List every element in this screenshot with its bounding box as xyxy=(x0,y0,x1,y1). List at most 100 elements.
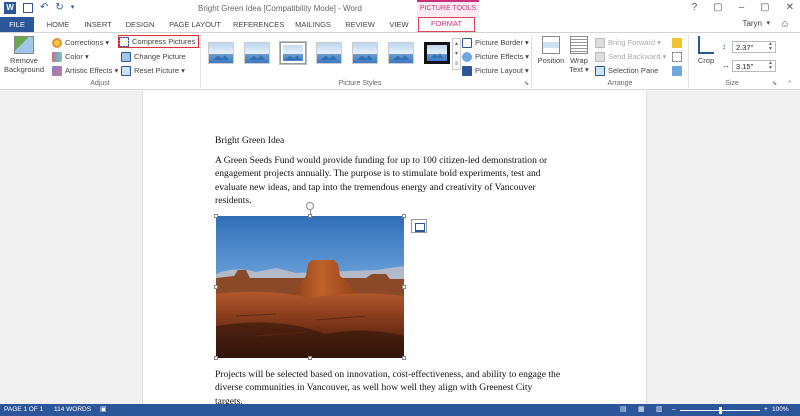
tab-design[interactable]: DESIGN xyxy=(124,17,156,32)
title-bar: W ↶ ↻ ▾ Bright Green Idea [Compatibility… xyxy=(0,0,800,17)
window-controls: ? ▢ – ▢ ✕ xyxy=(692,2,794,13)
paragraph-2[interactable]: Projects will be selected based on innov… xyxy=(215,368,560,404)
zoom-slider-thumb[interactable] xyxy=(719,407,722,414)
picture-border-label: Picture Border ▾ xyxy=(475,38,529,47)
shape-height-icon: ↕ xyxy=(722,42,726,51)
artistic-effects-label: Artistic Effects ▾ xyxy=(65,66,119,75)
crop-button[interactable]: Crop xyxy=(692,36,720,65)
color-button[interactable]: Color ▾ xyxy=(52,51,89,62)
user-menu-caret-icon[interactable]: ▾ xyxy=(766,19,770,27)
tab-file[interactable]: FILE xyxy=(0,17,34,32)
tab-insert[interactable]: INSERT xyxy=(83,17,113,32)
picture-styles-gallery xyxy=(204,38,452,68)
gallery-more-icon[interactable]: ≡ xyxy=(453,59,460,69)
feedback-smiley-icon[interactable]: ☺ xyxy=(780,19,790,30)
corrections-button[interactable]: Corrections ▾ xyxy=(52,37,109,48)
shape-height-input[interactable]: 2.37" ▲ ▼ xyxy=(732,41,776,53)
resize-handle[interactable] xyxy=(308,214,312,218)
resize-handle[interactable] xyxy=(308,356,312,360)
remove-background-label-2: Background xyxy=(3,65,45,74)
color-label: Color ▾ xyxy=(65,52,89,61)
rotation-handle[interactable] xyxy=(306,202,314,210)
document-page[interactable]: Bright Green Idea A Green Seeds Fund wou… xyxy=(142,91,647,404)
ribbon: Remove Background Corrections ▾ Color ▾ … xyxy=(0,32,800,90)
reset-picture-button[interactable]: Reset Picture ▾ xyxy=(121,65,185,76)
bring-forward-label: Bring Forward ▾ xyxy=(608,38,661,47)
shape-height-value: 2.37" xyxy=(736,43,754,52)
close-icon[interactable]: ✕ xyxy=(786,2,794,13)
tab-view[interactable]: VIEW xyxy=(387,17,411,32)
collapse-ribbon-icon[interactable]: ˄ xyxy=(788,80,792,86)
resize-handle[interactable] xyxy=(402,285,406,289)
align-icon[interactable] xyxy=(672,38,682,48)
proofing-icon[interactable]: ▣ xyxy=(100,404,107,416)
gallery-scroll-down-icon[interactable]: ▾ xyxy=(453,49,460,59)
help-icon[interactable]: ? xyxy=(692,2,698,13)
height-spinner-icon[interactable]: ▲ ▼ xyxy=(768,42,773,52)
tab-format[interactable]: FORMAT xyxy=(418,17,475,32)
print-layout-icon[interactable]: ▦ xyxy=(638,404,645,416)
gallery-scroll-up-icon[interactable]: ▴ xyxy=(453,39,460,49)
picture-style-thumbnail[interactable] xyxy=(388,42,414,64)
selection-pane-label: Selection Pane xyxy=(608,66,659,75)
remove-background-button[interactable]: Remove Background xyxy=(2,36,46,74)
tab-home[interactable]: HOME xyxy=(44,17,72,32)
zoom-level[interactable]: 100% xyxy=(772,404,789,416)
word-count[interactable]: 114 WORDS xyxy=(54,404,91,416)
resize-handle[interactable] xyxy=(402,214,406,218)
read-mode-icon[interactable]: ▤ xyxy=(620,404,627,416)
artistic-effects-button[interactable]: Artistic Effects ▾ xyxy=(52,65,118,76)
picture-style-thumbnail[interactable] xyxy=(424,42,450,64)
gallery-scroll[interactable]: ▴ ▾ ≡ xyxy=(452,38,461,70)
send-backward-icon xyxy=(595,51,605,62)
picture-layout-button[interactable]: Picture Layout ▾ xyxy=(462,65,529,76)
user-name[interactable]: Taryn xyxy=(742,19,762,28)
document-heading[interactable]: Bright Green Idea xyxy=(215,134,284,147)
group-objects-icon[interactable] xyxy=(672,52,682,62)
picture-style-thumbnail[interactable] xyxy=(244,42,270,64)
picture-style-thumbnail[interactable] xyxy=(280,42,306,64)
tab-review[interactable]: REVIEW xyxy=(344,17,376,32)
minimize-icon[interactable]: – xyxy=(739,2,745,13)
restore-icon[interactable]: ▢ xyxy=(760,2,769,13)
group-divider xyxy=(531,35,532,88)
picture-styles-dialog-launcher-icon[interactable]: ⬊ xyxy=(524,80,529,87)
page-count[interactable]: PAGE 1 OF 1 xyxy=(4,404,43,416)
picture-style-thumbnail[interactable] xyxy=(316,42,342,64)
tab-references[interactable]: REFERENCES xyxy=(233,17,284,32)
size-dialog-launcher-icon[interactable]: ⬊ xyxy=(772,80,777,87)
wrap-text-label-1: Wrap xyxy=(570,56,588,65)
tab-mailings[interactable]: MAILINGS xyxy=(293,17,333,32)
picture-border-button[interactable]: Picture Border ▾ xyxy=(462,37,529,48)
picture-effects-button[interactable]: Picture Effects ▾ xyxy=(462,51,529,62)
bring-forward-button[interactable]: Bring Forward ▾ xyxy=(595,37,661,48)
shape-width-input[interactable]: 3.15" ▲ ▼ xyxy=(732,60,776,72)
selection-pane-button[interactable]: Selection Pane xyxy=(595,65,658,76)
picture-effects-icon xyxy=(462,51,472,62)
shape-width-value: 3.15" xyxy=(736,62,754,71)
picture-style-thumbnail[interactable] xyxy=(352,42,378,64)
paragraph-1[interactable]: A Green Seeds Fund would provide funding… xyxy=(215,154,547,207)
web-layout-icon[interactable]: ▥ xyxy=(656,404,663,416)
picture-style-thumbnail[interactable] xyxy=(208,42,234,64)
resize-handle[interactable] xyxy=(402,356,406,360)
compress-pictures-button[interactable]: Compress Pictures xyxy=(118,35,199,48)
send-backward-button[interactable]: Send Backward ▾ xyxy=(595,51,666,62)
change-picture-button[interactable]: Change Picture xyxy=(121,51,186,62)
zoom-out-button[interactable]: – xyxy=(672,404,676,416)
resize-handle[interactable] xyxy=(214,356,218,360)
wrap-text-button[interactable]: Wrap Text ▾ xyxy=(565,36,593,74)
zoom-in-button[interactable]: + xyxy=(764,404,768,416)
resize-handle[interactable] xyxy=(214,214,218,218)
position-label: Position xyxy=(537,56,565,65)
resize-handle[interactable] xyxy=(214,285,218,289)
inserted-picture[interactable] xyxy=(216,216,404,358)
position-button[interactable]: Position xyxy=(535,36,567,65)
ribbon-display-options-icon[interactable]: ▢ xyxy=(713,2,722,13)
width-spinner-icon[interactable]: ▲ ▼ xyxy=(768,61,773,71)
rotate-objects-icon[interactable] xyxy=(672,66,682,76)
group-divider xyxy=(200,35,201,88)
layout-options-button[interactable] xyxy=(411,219,427,233)
crop-icon xyxy=(698,36,714,54)
tab-page-layout[interactable]: PAGE LAYOUT xyxy=(167,17,223,32)
